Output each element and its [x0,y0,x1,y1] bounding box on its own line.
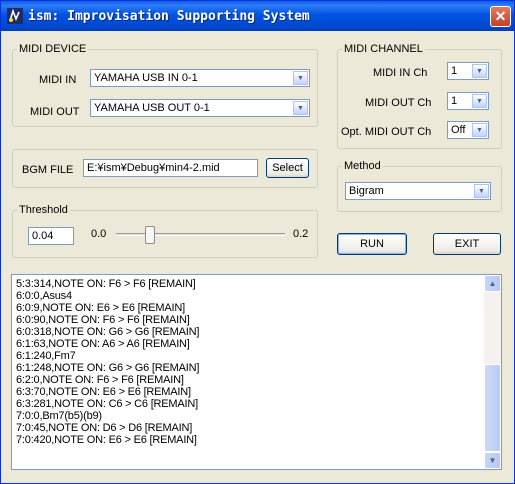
log-line: 6:1:248,NOTE ON: G6 > G6 [REMAIN] [16,362,200,374]
bgm-file-label: BGM FILE [22,164,74,176]
scroll-thumb[interactable] [484,364,501,452]
midi-out-value: YAMAHA USB OUT 0-1 [94,102,210,114]
close-button[interactable]: ✕ [490,6,511,27]
threshold-legend: Threshold [19,204,68,216]
app-window: ism: Improvisation Supporting System ✕ M… [0,0,515,484]
chevron-down-icon[interactable]: ▼ [293,71,308,85]
log-line: 6:2:0,NOTE ON: F6 > F6 [REMAIN] [16,374,184,386]
threshold-value: 0.04 [32,230,54,242]
chevron-down-icon: ▼ [488,456,497,465]
midi-in-select[interactable]: YAMAHA USB IN 0-1 ▼ [90,69,310,87]
run-button[interactable]: RUN [337,233,407,255]
midi-channel-legend: MIDI CHANNEL [344,43,423,55]
midi-in-label: MIDI IN [39,74,77,86]
threshold-max-label: 0.2 [293,228,309,240]
bgm-file-path: E:¥ism¥Debug¥min4-2.mid [87,162,220,174]
opt-midi-out-ch-label: Opt. MIDI OUT Ch [341,126,432,138]
threshold-value-field[interactable]: 0.04 [28,227,74,245]
close-icon: ✕ [494,8,507,24]
midi-out-ch-select[interactable]: 1 ▼ [447,92,489,110]
slider-thumb[interactable] [145,226,155,244]
opt-midi-out-ch-value: Off [451,124,466,136]
chevron-down-icon[interactable]: ▼ [472,123,487,137]
log-line: 6:3:70,NOTE ON: E6 > E6 [REMAIN] [16,386,191,398]
midi-in-value: YAMAHA USB IN 0-1 [94,72,198,84]
opt-midi-out-ch-select[interactable]: Off ▼ [447,121,489,139]
select-file-button[interactable]: Select [266,158,309,178]
bgm-file-path-field[interactable]: E:¥ism¥Debug¥min4-2.mid [83,159,258,177]
log-line: 5:3:314,NOTE ON: F6 > F6 [REMAIN] [16,278,196,290]
scroll-down-button[interactable]: ▼ [484,452,501,469]
exit-button[interactable]: EXIT [433,233,501,255]
midi-device-legend: MIDI DEVICE [19,43,87,55]
midi-out-select[interactable]: YAMAHA USB OUT 0-1 ▼ [90,99,310,117]
log-line: 6:1:240,Fm7 [16,350,76,362]
log-line: 6:0:9,NOTE ON: E6 > E6 [REMAIN] [16,302,185,314]
midi-in-ch-value: 1 [451,65,458,77]
threshold-slider[interactable] [116,225,285,245]
method-value: Bigram [349,185,384,197]
midi-out-ch-value: 1 [451,95,458,107]
chevron-down-icon[interactable]: ▼ [293,101,308,115]
window-title: ism: Improvisation Supporting System [28,9,310,24]
threshold-min-label: 0.0 [91,228,107,240]
log-scrollbar[interactable]: ▲ ▼ [484,275,501,469]
log-line: 6:0:0,Asus4 [16,290,72,302]
log-line: 6:0:90,NOTE ON: F6 > F6 [REMAIN] [16,314,190,326]
log-output[interactable]: 5:3:314,NOTE ON: F6 > F6 [REMAIN] 6:0:0,A… [11,274,502,470]
scroll-up-button[interactable]: ▲ [484,275,501,292]
chevron-down-icon[interactable]: ▼ [474,184,489,198]
title-bar[interactable]: ism: Improvisation Supporting System ✕ [1,1,514,31]
method-select[interactable]: Bigram ▼ [345,182,491,200]
log-line: 6:0:318,NOTE ON: G6 > G6 [REMAIN] [16,326,200,338]
midi-in-ch-select[interactable]: 1 ▼ [447,62,489,80]
method-legend: Method [344,160,381,172]
slider-track [116,233,285,236]
midi-out-label: MIDI OUT [30,106,80,118]
midi-in-ch-label: MIDI IN Ch [373,67,428,79]
music-app-icon [7,8,23,24]
log-line: 7:0:0,Bm7(b5)(b9) [16,410,102,422]
log-line: 6:3:281,NOTE ON: C6 > C6 [REMAIN] [16,398,198,410]
chevron-up-icon: ▲ [488,279,497,288]
chevron-down-icon[interactable]: ▼ [472,64,487,78]
chevron-down-icon[interactable]: ▼ [472,94,487,108]
log-line: 6:1:63,NOTE ON: A6 > A6 [REMAIN] [16,338,190,350]
log-line: 7:0:45,NOTE ON: D6 > D6 [REMAIN] [16,422,193,434]
log-lines: 5:3:314,NOTE ON: F6 > F6 [REMAIN] 6:0:0,A… [16,278,199,446]
midi-out-ch-label: MIDI OUT Ch [365,97,432,109]
log-line: 7:0:420,NOTE ON: E6 > E6 [REMAIN] [16,434,197,446]
